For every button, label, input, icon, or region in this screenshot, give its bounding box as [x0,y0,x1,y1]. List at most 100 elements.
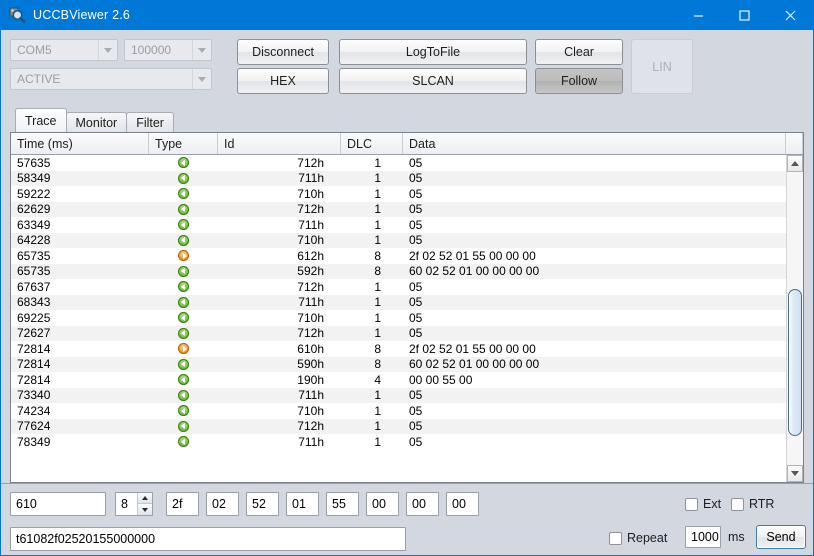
scroll-up-button[interactable] [787,155,803,172]
cell-type [149,343,218,355]
command-line-input[interactable]: t61082f02520155000000 [10,527,406,551]
cell-type [149,219,218,231]
maximize-button[interactable] [721,0,767,30]
cell-dlc: 1 [374,434,381,449]
table-row[interactable]: 58349 711h 1 05 [11,170,803,186]
disconnect-button[interactable]: Disconnect [237,39,329,65]
close-button[interactable] [767,0,813,30]
cell-type [149,436,218,448]
tab-trace[interactable]: Trace [15,108,67,132]
clear-button[interactable]: Clear [535,39,623,65]
column-header-time[interactable]: Time (ms) [11,133,149,154]
column-header-data[interactable]: Data [403,133,786,154]
table-row[interactable]: 72814 190h 4 00 00 55 00 [11,372,803,388]
cell-id: 711h [298,171,324,186]
column-header-type[interactable]: Type [149,133,218,154]
data-byte-1-input[interactable]: 02 [206,492,239,516]
rtr-checkbox[interactable]: RTR [731,495,774,513]
column-header-id[interactable]: Id [218,133,341,154]
cell-id: 590h [297,357,324,372]
cell-dlc: 8 [374,264,381,279]
data-byte-6-input[interactable]: 00 [406,492,439,516]
table-row[interactable]: 64228 710h 1 05 [11,232,803,248]
table-row[interactable]: 67637 712h 1 05 [11,279,803,295]
table-row[interactable]: 65735 612h 8 2f 02 52 01 55 00 00 00 [11,248,803,264]
dlc-stepper[interactable]: 8 [115,492,153,516]
receive-direction-icon [178,265,189,277]
table-row[interactable]: 72627 712h 1 05 [11,325,803,341]
column-header-dlc[interactable]: DLC [341,133,403,154]
com-port-select[interactable]: COM5 [10,39,118,61]
cell-id: 711h [298,217,324,232]
log-to-file-button[interactable]: LogToFile [339,39,527,65]
cell-dlc: 8 [374,357,381,372]
tab-bar: Trace Monitor Filter [1,108,813,132]
cell-data: 05 [409,326,423,341]
repeat-checkbox-box[interactable] [609,531,622,545]
repeat-checkbox[interactable]: Repeat [609,529,667,547]
table-row[interactable]: 59222 710h 1 05 [11,186,803,202]
cell-data: 05 [409,217,423,232]
cell-dlc: 1 [374,202,381,217]
tab-filter[interactable]: Filter [126,112,174,132]
cell-id: 710h [297,403,324,418]
stepper-down-icon[interactable] [138,504,152,515]
transmit-direction-icon [178,343,189,355]
receive-direction-icon [178,312,189,324]
table-row[interactable]: 62629 712h 1 05 [11,201,803,217]
send-button[interactable]: Send [756,525,806,549]
baudrate-value: 100000 [131,43,172,57]
ext-checkbox-box[interactable] [685,497,698,511]
data-byte-7-input[interactable]: 00 [446,492,479,516]
frame-id-input[interactable]: 610 [10,492,106,516]
cell-id: 710h [297,310,324,325]
table-row[interactable]: 65735 592h 8 60 02 52 01 00 00 00 00 [11,263,803,279]
table-row[interactable]: 63349 711h 1 05 [11,217,803,233]
cell-dlc: 1 [374,403,381,418]
table-row[interactable]: 72814 590h 8 60 02 52 01 00 00 00 00 [11,356,803,372]
receive-direction-icon [178,234,189,246]
stepper-up-icon[interactable] [138,493,152,504]
cell-time: 68343 [17,295,51,310]
scroll-track[interactable] [787,172,803,465]
cell-dlc: 1 [374,155,381,170]
receive-direction-icon [178,281,189,293]
stepper-arrows[interactable] [137,493,152,515]
data-byte-2-input[interactable]: 52 [246,492,279,516]
baudrate-select[interactable]: 100000 [124,39,212,61]
hex-button[interactable]: HEX [237,68,329,94]
scroll-thumb[interactable] [788,289,802,436]
cell-dlc: 8 [374,248,381,263]
table-row[interactable]: 57635 712h 1 05 [11,155,803,171]
cell-data: 05 [409,403,423,418]
cell-id: 710h [297,186,324,201]
mode-select[interactable]: ACTIVE [10,68,212,90]
minimize-button[interactable] [675,0,721,30]
follow-button[interactable]: Follow [535,68,623,94]
vertical-scrollbar[interactable] [786,155,803,482]
table-row[interactable]: 73340 711h 1 05 [11,387,803,403]
cell-type [149,281,218,293]
table-row[interactable]: 68343 711h 1 05 [11,294,803,310]
repeat-interval-input[interactable]: 1000 [685,526,721,548]
table-row[interactable]: 77624 712h 1 05 [11,418,803,434]
table-row[interactable]: 78349 711h 1 05 [11,434,803,450]
cell-data: 05 [409,155,423,170]
cell-dlc: 8 [374,341,381,356]
table-row[interactable]: 72814 610h 8 2f 02 52 01 55 00 00 00 [11,341,803,357]
table-header: Time (ms) Type Id DLC Data [11,133,803,155]
tab-monitor[interactable]: Monitor [65,112,128,132]
data-byte-5-input[interactable]: 00 [366,492,399,516]
data-byte-4-input[interactable]: 55 [326,492,359,516]
table-row[interactable]: 74234 710h 1 05 [11,403,803,419]
cell-time: 72814 [17,341,51,356]
slcan-button[interactable]: SLCAN [339,68,527,94]
data-byte-3-input[interactable]: 01 [286,492,319,516]
table-row[interactable]: 69225 710h 1 05 [11,310,803,326]
data-byte-0-input[interactable]: 2f [166,492,199,516]
rtr-checkbox-box[interactable] [731,497,744,511]
ext-checkbox[interactable]: Ext [685,495,721,513]
scroll-down-button[interactable] [787,465,803,482]
cell-id: 711h [298,434,324,449]
cell-type [149,188,218,200]
